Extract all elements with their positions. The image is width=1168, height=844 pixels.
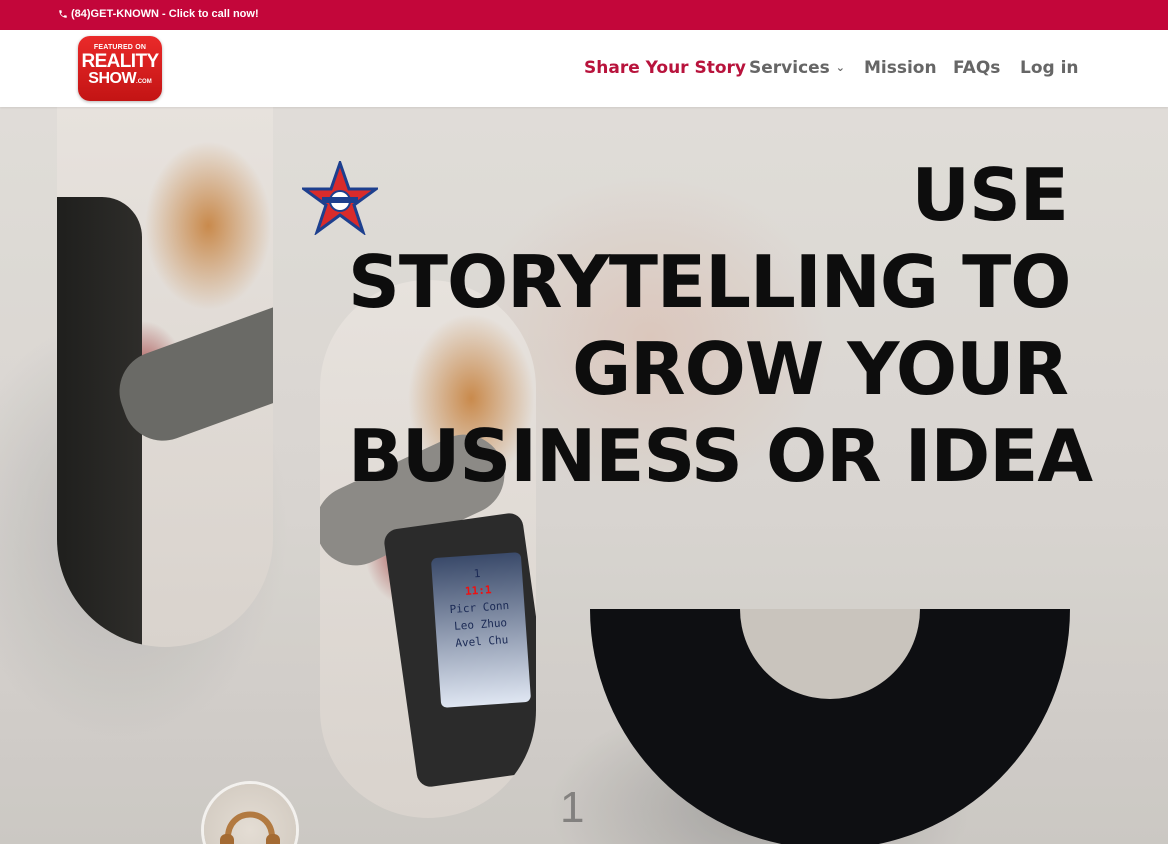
headline-line: USE [911, 153, 1069, 237]
nav-label: FAQs [953, 58, 1001, 78]
nav-label: Mission [864, 58, 937, 78]
logo-show-text: SHOW [88, 70, 137, 87]
chevron-down-icon: ⌄ [835, 61, 846, 74]
logo-line-show: SHOW.COM [78, 71, 162, 90]
nav-label: Share Your Story [584, 58, 746, 78]
nav-faqs[interactable]: FAQs [953, 58, 1000, 78]
phone-icon [58, 9, 68, 19]
hero-image-pill-left [57, 107, 273, 647]
nav-mission[interactable]: Mission [864, 58, 937, 78]
top-bar: (84)GET-KNOWN - Click to call now! [0, 0, 1168, 30]
nav-label: Log in [1020, 58, 1079, 78]
star-badge-icon [302, 161, 378, 235]
logo-suffix: .COM [136, 79, 152, 85]
call-text[interactable]: (84)GET-KNOWN - Click to call now! [71, 8, 259, 20]
logo-line-featured: FEATURED ON [93, 44, 147, 51]
site-header: FEATURED ON REALITY SHOW.COM Share Your … [0, 30, 1168, 107]
accent-arc-inner [740, 609, 920, 699]
site-logo[interactable]: FEATURED ON REALITY SHOW.COM [78, 36, 162, 101]
logo-line-reality: REALITY [81, 51, 159, 72]
headline-line: GROW YOUR [572, 327, 1069, 411]
board-number: 1 [560, 783, 585, 832]
headline-line: STORYTELLING TO [348, 240, 1071, 324]
nav-label: Services [749, 58, 830, 78]
click-to-call-link[interactable]: (84)GET-KNOWN - Click to call now! [58, 8, 259, 20]
clapper-screen: 1 11:1 Picr Conn Leo Zhuo Avel Chu [430, 552, 532, 708]
nav-services[interactable]: Services ⌄ [749, 58, 845, 78]
hero-headline: USE STORYTELLING TO GROW YOUR BUSINESS O… [348, 152, 1093, 500]
nav-share-your-story[interactable]: Share Your Story [584, 58, 746, 78]
nav-log-in[interactable]: Log in [1020, 58, 1079, 78]
headline-line: BUSINESS OR IDEA [348, 414, 1093, 498]
